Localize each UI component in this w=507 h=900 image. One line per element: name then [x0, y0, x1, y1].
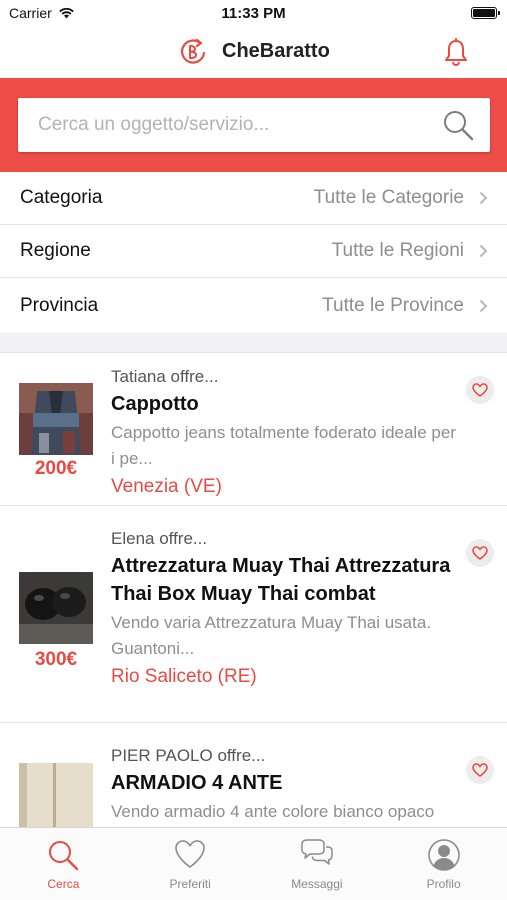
- heart-icon: [472, 546, 488, 560]
- filter-regione[interactable]: Regione Tutte le Regioni: [0, 225, 507, 278]
- listing-item[interactable]: 300€ Elena offre... Attrezzatura Muay Th…: [0, 506, 507, 723]
- filter-label: Provincia: [20, 294, 99, 316]
- listing-price: 200€: [34, 458, 78, 479]
- filter-label: Regione: [20, 240, 91, 261]
- tab-preferiti[interactable]: Preferiti: [127, 828, 254, 900]
- listing-title: Attrezzatura Muay Thai Attrezzatura Thai…: [111, 555, 451, 605]
- listing-description: Vendo armadio 4 ante colore bianco opaco: [111, 802, 435, 821]
- app-title: CheBaratto: [222, 39, 330, 62]
- listing-location: Venezia (VE): [111, 476, 222, 497]
- filter-label: Categoria: [20, 187, 103, 208]
- tab-profilo[interactable]: Profilo: [380, 828, 507, 900]
- favorite-button[interactable]: [466, 756, 494, 784]
- listing-body: Tatiana offre... Cappotto Cappotto jeans…: [111, 366, 459, 500]
- heart-icon: [175, 840, 205, 868]
- tab-label: Messaggi: [291, 877, 343, 891]
- nav-bar: CheBaratto: [0, 26, 507, 78]
- listing-title: ARMADIO 4 ANTE: [111, 772, 283, 794]
- listing-thumbnail: [19, 763, 93, 827]
- listing-price: 300€: [34, 649, 78, 670]
- listing-thumbnail: [19, 572, 93, 644]
- chevron-right-icon: [479, 244, 488, 258]
- chat-icon: [301, 839, 333, 865]
- listing-title: Cappotto: [111, 393, 199, 415]
- chevron-right-icon: [479, 191, 488, 205]
- listing-offerer: Elena offre...: [111, 529, 208, 548]
- listing-offerer: Tatiana offre...: [111, 367, 219, 386]
- tab-label: Cerca: [47, 877, 80, 891]
- section-spacer: [0, 333, 507, 353]
- heart-icon: [472, 383, 488, 397]
- filter-value: Tutte le Province: [322, 294, 464, 316]
- profile-icon: [427, 839, 460, 871]
- filters: Categoria Tutte le Categorie Regione Tut…: [0, 172, 507, 334]
- search-icon: [49, 841, 79, 871]
- listing-feed[interactable]: 200€ Tatiana offre... Cappotto Cappotto …: [0, 354, 507, 827]
- listing-description: Vendo varia Attrezzatura Muay Thai usata…: [111, 613, 432, 658]
- listing-description: Cappotto jeans totalmente foderato ideal…: [111, 423, 456, 468]
- listing-offerer: PIER PAOLO offre...: [111, 746, 266, 765]
- filter-value: Tutte le Regioni: [331, 240, 464, 261]
- listing-item[interactable]: PIER PAOLO offre... ARMADIO 4 ANTE Vendo…: [0, 723, 507, 827]
- logo-icon: [181, 38, 206, 64]
- heart-icon: [472, 763, 488, 777]
- filter-categoria[interactable]: Categoria Tutte le Categorie: [0, 172, 507, 225]
- favorite-button[interactable]: [466, 376, 494, 404]
- status-time: 11:33 PM: [221, 5, 286, 22]
- listing-thumbnail: [19, 383, 93, 455]
- listing-item[interactable]: 200€ Tatiana offre... Cappotto Cappotto …: [0, 354, 507, 506]
- favorite-button[interactable]: [466, 539, 494, 567]
- chevron-right-icon: [479, 299, 488, 312]
- tab-label: Profilo: [426, 877, 461, 891]
- tab-cerca[interactable]: Cerca: [0, 828, 127, 900]
- status-bar: Carrier 11:33 PM: [0, 0, 507, 26]
- search-box: [18, 98, 490, 152]
- listing-location: Rio Saliceto (RE): [111, 666, 257, 687]
- tab-label: Preferiti: [169, 877, 211, 891]
- battery-icon: [471, 7, 500, 19]
- filter-value: Tutte le Categorie: [313, 187, 464, 208]
- search-input[interactable]: [18, 98, 438, 152]
- tab-bar: Cerca Preferiti Messaggi Profilo: [0, 827, 507, 900]
- search-band: [0, 78, 507, 172]
- listing-body: Elena offre... Attrezzatura Muay Thai At…: [111, 528, 459, 690]
- listing-body: PIER PAOLO offre... ARMADIO 4 ANTE Vendo…: [111, 745, 459, 825]
- search-icon[interactable]: [442, 109, 474, 141]
- brand: CheBaratto: [178, 36, 330, 66]
- filter-provincia[interactable]: Provincia Tutte le Province: [0, 278, 507, 334]
- bell-icon[interactable]: [443, 38, 469, 68]
- tab-messaggi[interactable]: Messaggi: [254, 828, 381, 900]
